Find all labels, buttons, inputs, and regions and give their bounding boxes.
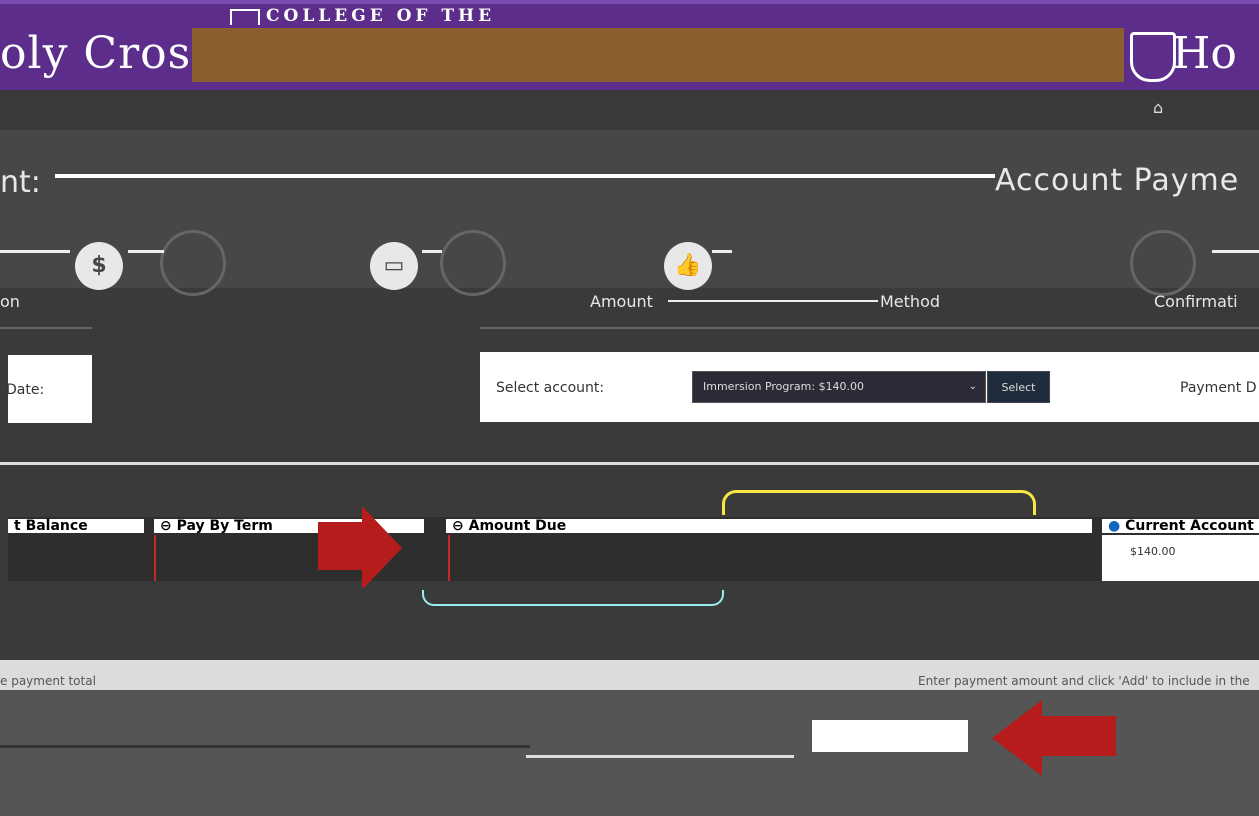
divider (480, 327, 1259, 329)
step-circle-faint (160, 230, 226, 296)
date-label: Date: (6, 382, 45, 398)
college-name: COLLEGE OF THE (230, 6, 495, 26)
arrow-right-icon (318, 522, 364, 570)
holy-cross-wordmark-right[interactable]: Ho (1172, 28, 1237, 79)
payment-instructions: Enter payment amount and click 'Add' to … (918, 674, 1250, 688)
column-header-amount-due[interactable]: ⊖ Amount Due (446, 519, 1092, 533)
divider (0, 462, 1259, 465)
column-header-current-account[interactable]: ● Current Account (1102, 519, 1259, 533)
highlight-outline (422, 590, 724, 606)
step-connector (0, 250, 70, 253)
page-title: Account Payme (995, 163, 1240, 198)
step-label-confirmation: Confirmati (1154, 292, 1238, 311)
arrow-left-head-icon (992, 700, 1042, 776)
arrow-right-head-icon (362, 506, 402, 590)
divider (0, 327, 92, 329)
step-label-connector (668, 300, 878, 302)
divider (526, 755, 794, 758)
home-icon[interactable]: ⌂ (1153, 98, 1163, 117)
payment-amount-input[interactable] (812, 720, 968, 752)
highlight-outline (722, 490, 1036, 515)
select-button[interactable]: Select (987, 371, 1050, 403)
step-connector (1212, 250, 1259, 253)
radio-icon[interactable]: ⊖ (160, 518, 177, 534)
step-connector (128, 250, 164, 253)
card-icon: ▭ (370, 242, 418, 290)
current-account-label: Current Account (1125, 518, 1254, 534)
step-connector (422, 250, 442, 253)
dollar-icon: $ (75, 242, 123, 290)
college-line-text: COLLEGE OF THE (266, 6, 496, 26)
current-account-value: $140.00 (1130, 545, 1176, 558)
payment-date-label: Payment D (1180, 380, 1257, 396)
pay-by-term-label: Pay By Term (176, 518, 273, 534)
radio-selected-icon[interactable]: ● (1108, 518, 1125, 534)
crest-icon (230, 8, 260, 25)
chevron-down-icon: ⌄ (968, 381, 977, 392)
radio-icon[interactable]: ⊖ (452, 518, 469, 534)
progress-steps: $ ▭ 👍 (0, 230, 1259, 296)
header-banner-bar (192, 28, 1124, 82)
payment-total-label: e payment total (0, 674, 96, 688)
column-header-balance: t Balance (8, 519, 144, 533)
account-dropdown-value: Immersion Program: $140.00 (703, 380, 865, 393)
arrow-left-icon (1040, 716, 1116, 756)
step-circle-faint (1130, 230, 1196, 296)
step-label-amount: Amount (590, 292, 653, 311)
step-label-left: on (0, 292, 20, 311)
current-account-cell: $140.00 (1100, 535, 1259, 581)
mid-section (0, 440, 1259, 515)
divider (0, 745, 530, 748)
amount-due-label: Amount Due (468, 518, 567, 534)
shield-icon (1130, 32, 1176, 82)
thumbs-up-icon: 👍 (664, 242, 712, 290)
account-dropdown[interactable]: Immersion Program: $140.00 ⌄ (692, 371, 986, 403)
step-connector (712, 250, 732, 253)
main-nav: ⌂ (0, 90, 1259, 130)
header-top-strip (0, 0, 1259, 4)
payment-date-box: Date: (6, 355, 92, 423)
step-label-method: Method (880, 292, 941, 311)
title-divider (55, 174, 995, 178)
select-account-label: Select account: (496, 380, 605, 396)
step-circle-faint (440, 230, 506, 296)
page-title-left: nt: (0, 165, 41, 200)
amount-due-cell (448, 535, 1088, 581)
holy-cross-wordmark-left[interactable]: oly Cross (0, 28, 215, 79)
